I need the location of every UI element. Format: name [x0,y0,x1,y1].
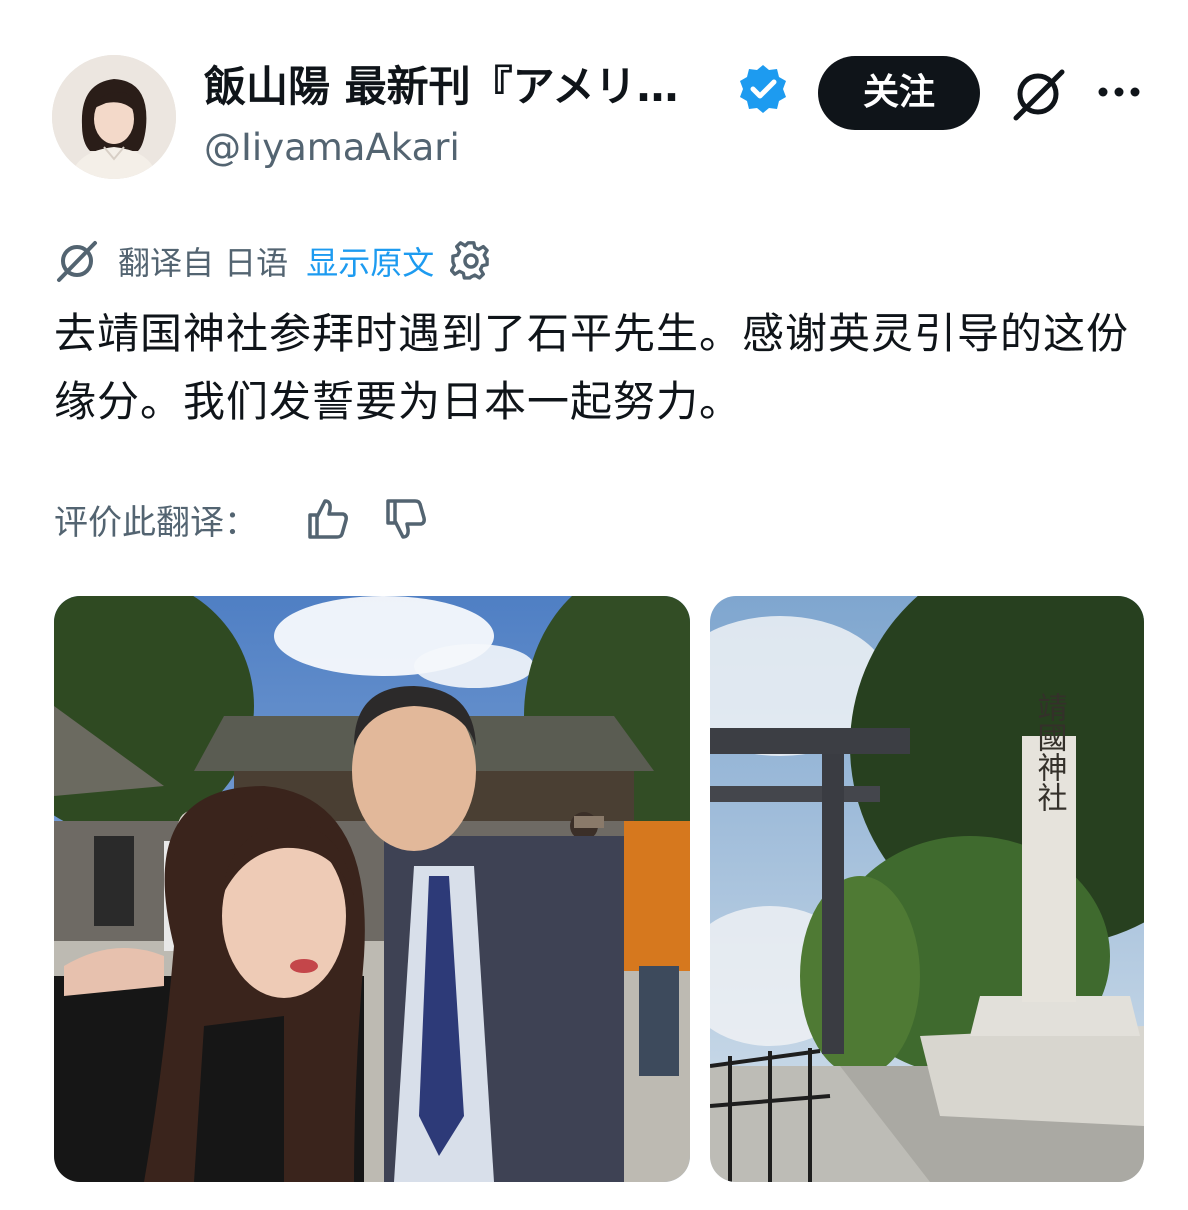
verified-badge-icon [736,62,790,116]
translated-from-label: 翻译自 日语 [118,244,289,282]
thumbs-down-icon[interactable] [382,495,430,543]
grok-icon[interactable] [1008,64,1068,124]
more-options-icon[interactable] [1094,70,1144,114]
rate-translation-bar: 评价此翻译： [54,492,430,546]
tweet-photo-2[interactable]: 靖國神社 [710,596,1144,1182]
gear-icon[interactable] [450,240,492,282]
tweet-photo-1[interactable] [54,596,690,1182]
display-name[interactable]: 飯山陽 最新刊『アメリ… [204,58,714,116]
translate-icon [57,241,97,282]
follow-button[interactable]: 关注 [818,56,980,130]
pillar-inscription: 靖國神社 [1032,692,1068,812]
tweet-text: 去靖国神社参拜时遇到了石平先生。感谢英灵引导的这份缘分。我们发誓要为日本一起努力… [54,309,1130,426]
translation-bar: 翻译自 日语 显示原文 [54,236,492,286]
user-handle[interactable]: @IiyamaAkari [204,122,460,174]
thumbs-up-icon[interactable] [304,495,352,543]
rate-translation-label: 评价此翻译： [54,502,258,543]
avatar[interactable] [52,55,176,179]
show-original-link[interactable]: 显示原文 [306,238,434,284]
